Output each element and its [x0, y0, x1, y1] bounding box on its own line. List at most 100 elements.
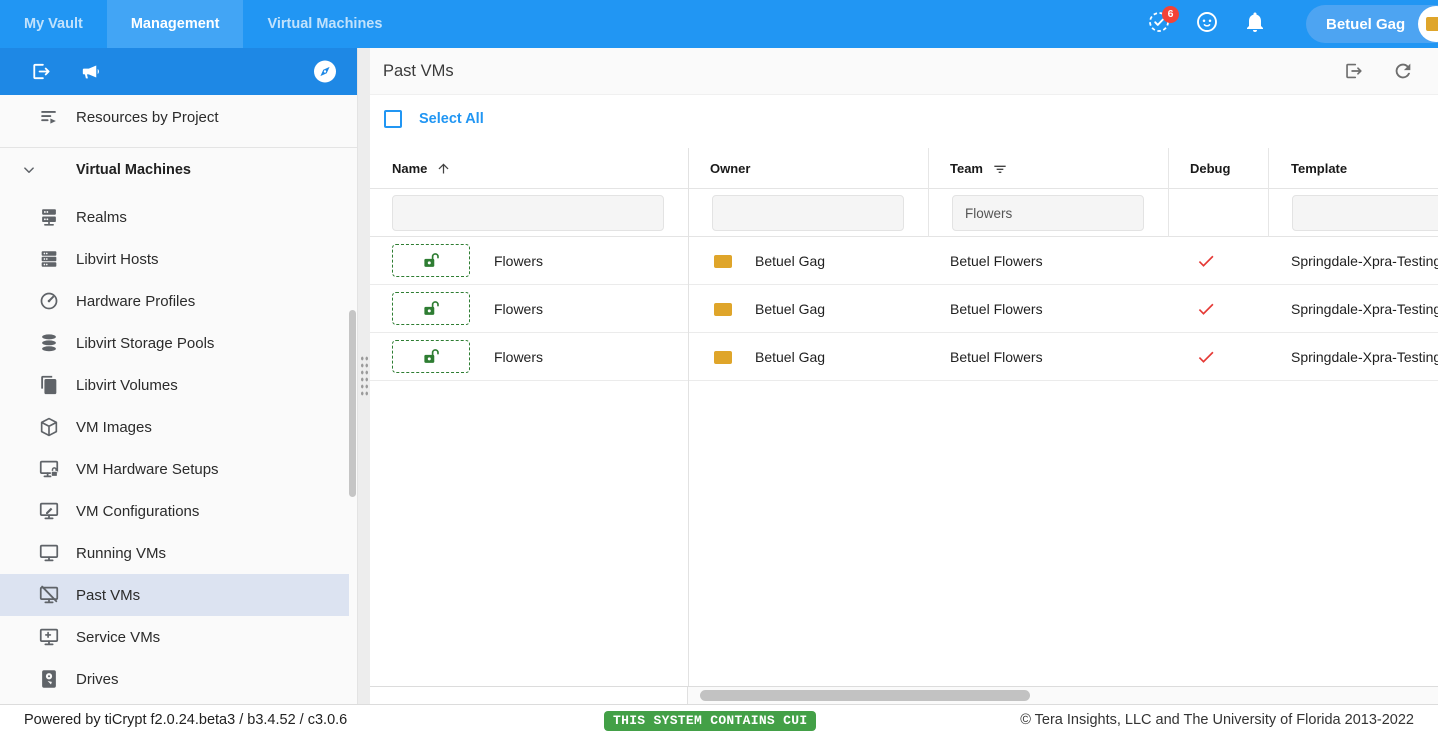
sidebar-item-label: Service VMs — [76, 628, 161, 646]
cube-icon — [38, 416, 60, 438]
hard-drive-icon — [38, 668, 60, 690]
sidebar-item-drives[interactable]: Drives — [0, 658, 349, 700]
owner-filter-input[interactable] — [712, 195, 904, 231]
megaphone-icon — [82, 65, 99, 79]
column-divider — [1268, 148, 1269, 237]
debug-check-icon — [1198, 303, 1214, 315]
name-filter-input[interactable] — [392, 195, 664, 231]
sidebar-item-label: Resources by Project — [76, 108, 219, 126]
vm-name: Flowers — [494, 349, 544, 365]
explore-button[interactable] — [313, 60, 337, 84]
team-filter-input[interactable] — [952, 195, 1144, 231]
monitor-edit-icon — [38, 500, 60, 522]
table-row[interactable]: Flowers Betuel Gag Betuel Flowers Spring… — [370, 237, 1438, 285]
sidebar-item-realms[interactable]: Realms — [0, 196, 349, 238]
owner-color-badge — [714, 255, 732, 268]
logout-button[interactable] — [28, 60, 52, 84]
sidebar-item-label: Libvirt Storage Pools — [76, 334, 215, 352]
column-divider — [928, 148, 929, 237]
sidebar-scrollbar[interactable] — [349, 310, 356, 497]
notifications-button[interactable] — [1243, 12, 1267, 36]
column-header-template[interactable]: Template — [1291, 148, 1347, 189]
header-actions — [1342, 60, 1438, 82]
vm-name: Flowers — [494, 253, 544, 269]
realms-icon — [38, 206, 60, 228]
vm-team: Betuel Flowers — [950, 253, 1043, 269]
filter-icon — [994, 165, 1006, 173]
column-label: Debug — [1190, 161, 1231, 176]
app-window: My Vault Management Virtual Machines 6 B… — [0, 0, 1438, 735]
sidebar-item-label: Libvirt Volumes — [76, 376, 178, 394]
select-all-checkbox[interactable] — [384, 110, 402, 128]
sidebar-item-label: Drives — [76, 670, 119, 688]
vm-owner: Betuel Gag — [755, 349, 826, 365]
sidebar-item-libvirt-storage-pools[interactable]: Libvirt Storage Pools — [0, 322, 349, 364]
sidebar-item-resources-by-project[interactable]: Resources by Project — [0, 95, 357, 139]
sidebar-item-libvirt-volumes[interactable]: Libvirt Volumes — [0, 364, 349, 406]
tab-management[interactable]: Management — [106, 0, 244, 48]
sidebar-item-service-vms[interactable]: Service VMs — [0, 616, 349, 658]
export-button[interactable] — [1342, 60, 1364, 82]
main-header: Past VMs — [370, 48, 1438, 95]
user-name: Betuel Gag — [1326, 15, 1406, 33]
sidebar-item-running-vms[interactable]: Running VMs — [0, 532, 349, 574]
column-header-team[interactable]: Team — [950, 148, 1008, 189]
column-divider — [688, 148, 689, 686]
tab-my-vault[interactable]: My Vault — [0, 0, 107, 48]
monitor-slash-icon — [38, 584, 60, 606]
sidebar-item-label: Hardware Profiles — [76, 292, 196, 310]
column-header-name[interactable]: Name — [392, 148, 451, 189]
logout-icon — [32, 63, 50, 80]
debug-check-icon — [1198, 255, 1214, 267]
database-icon — [38, 332, 60, 354]
refresh-button[interactable] — [1392, 60, 1414, 82]
gauge-icon — [38, 290, 60, 312]
user-menu[interactable]: Betuel Gag — [1306, 5, 1438, 43]
sidebar: Resources by Project Virtual Machines Re… — [0, 48, 357, 704]
sort-ascending-icon — [438, 163, 449, 174]
sidebar-item-vm-hardware-setups[interactable]: VM Hardware Setups — [0, 448, 349, 490]
vm-lock-chip[interactable] — [392, 340, 470, 373]
scrollbar-pinned-spacer — [370, 687, 688, 705]
column-header-owner[interactable]: Owner — [710, 148, 750, 189]
lock-open-icon — [423, 301, 439, 315]
table-row[interactable]: Flowers Betuel Gag Betuel Flowers Spring… — [370, 285, 1438, 333]
sidebar-item-past-vms[interactable]: Past VMs — [0, 574, 349, 616]
sidebar-item-label: Libvirt Hosts — [76, 250, 159, 268]
sidebar-item-vm-configurations[interactable]: VM Configurations — [0, 490, 349, 532]
top-nav-actions: 6 Betuel Gag — [1147, 0, 1438, 48]
notification-count-badge: 6 — [1162, 6, 1179, 23]
sidebar-item-label: Realms — [76, 208, 127, 226]
horizontal-scrollbar-thumb[interactable] — [700, 690, 1030, 701]
pending-approvals-button[interactable]: 6 — [1147, 6, 1179, 36]
column-label: Template — [1291, 161, 1348, 176]
monitor-lock-icon — [38, 458, 60, 480]
resources-by-project-icon — [38, 106, 60, 128]
select-all-label: Select All — [419, 111, 484, 127]
select-all-control[interactable]: Select All — [384, 110, 484, 128]
resize-handle-dots[interactable] — [360, 355, 369, 397]
table-container: Select All Name Owner Team Debug Templat… — [370, 95, 1438, 705]
lock-open-icon — [423, 349, 439, 363]
powered-by-text: Powered by tiCrypt f2.0.24.beta3 / b3.4.… — [24, 712, 348, 728]
announcements-button[interactable] — [78, 60, 102, 84]
tab-virtual-machines[interactable]: Virtual Machines — [243, 0, 406, 48]
sidebar-section-virtual-machines[interactable]: Virtual Machines — [0, 148, 357, 192]
vm-team: Betuel Flowers — [950, 301, 1043, 317]
support-face-icon — [1195, 10, 1219, 39]
column-label: Owner — [710, 161, 751, 176]
export-icon — [1346, 63, 1362, 79]
sidebar-item-hardware-profiles[interactable]: Hardware Profiles — [0, 280, 349, 322]
vm-lock-chip[interactable] — [392, 292, 470, 325]
vm-owner: Betuel Gag — [755, 253, 826, 269]
sidebar-item-libvirt-hosts[interactable]: Libvirt Hosts — [0, 238, 349, 280]
table-row[interactable]: Flowers Betuel Gag Betuel Flowers Spring… — [370, 333, 1438, 381]
avatar — [1418, 6, 1438, 42]
template-filter-input[interactable] — [1292, 195, 1438, 231]
support-button[interactable] — [1195, 10, 1219, 39]
vm-lock-chip[interactable] — [392, 244, 470, 277]
sidebar-item-label: Running VMs — [76, 544, 167, 562]
column-header-debug[interactable]: Debug — [1190, 148, 1230, 189]
panel-resize-strip — [357, 48, 370, 704]
sidebar-item-vm-images[interactable]: VM Images — [0, 406, 349, 448]
